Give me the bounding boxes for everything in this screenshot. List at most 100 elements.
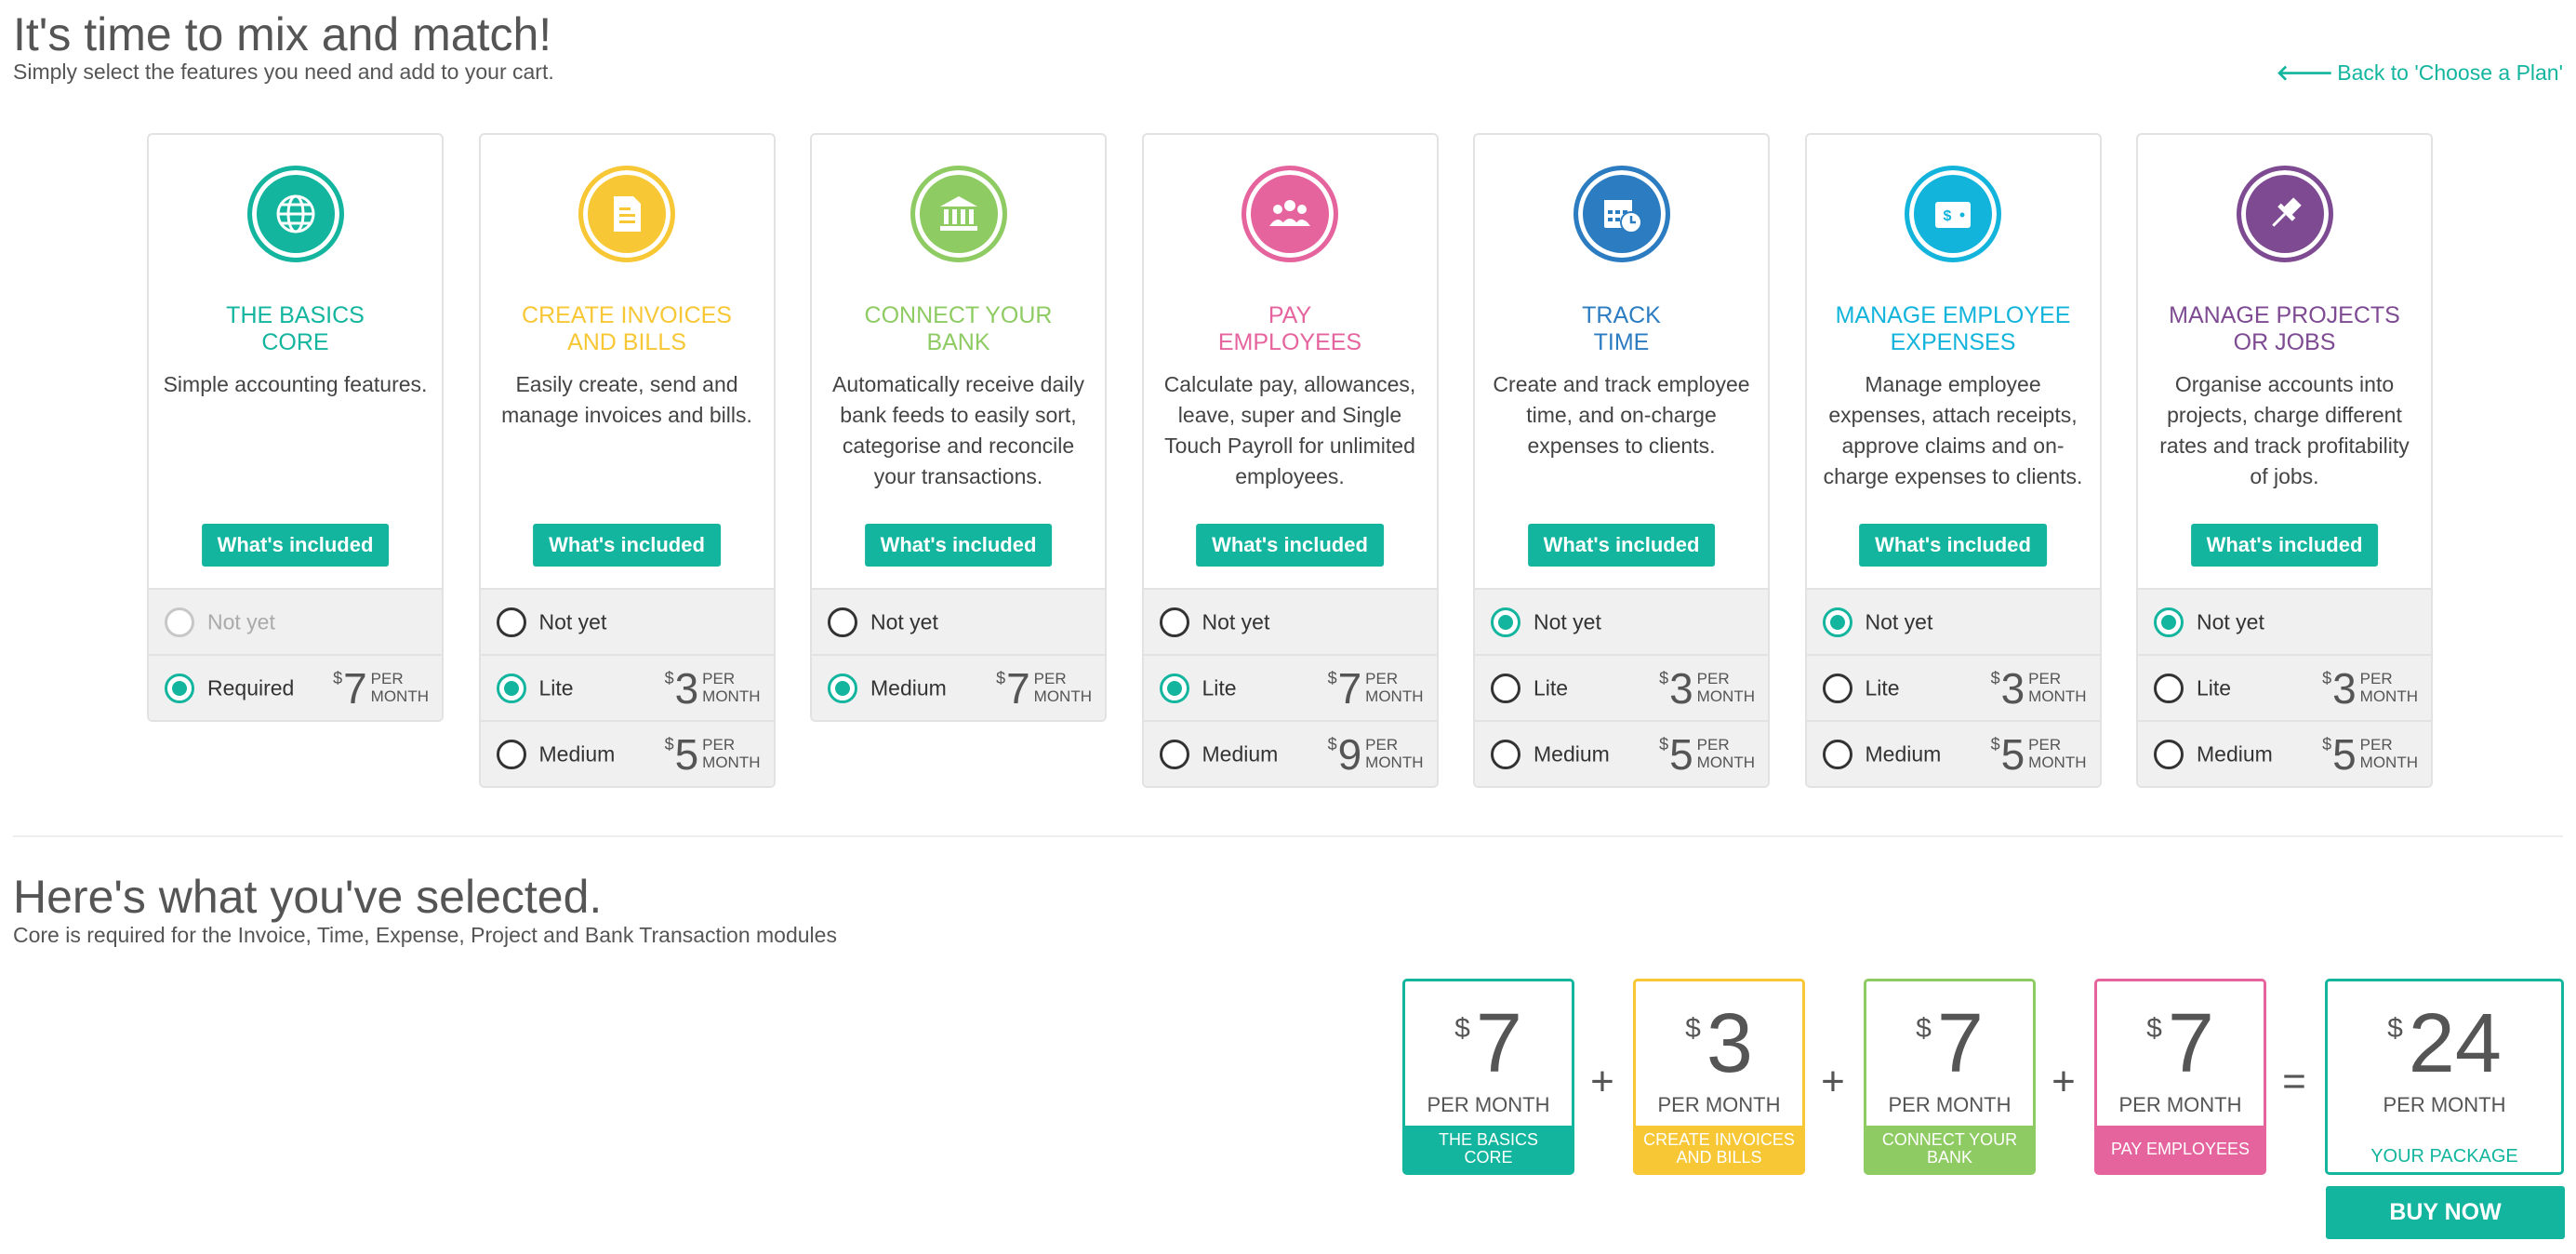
option-price: $9 PER MONTH — [1328, 733, 1424, 776]
radio-button[interactable] — [828, 673, 857, 703]
card-description: Simple accounting features. — [163, 372, 428, 396]
currency-symbol: $ — [1327, 734, 1337, 754]
plan-option[interactable]: Medium $9 PER MONTH — [1143, 720, 1437, 786]
per-month: PER MONTH — [1696, 735, 1755, 771]
summary-price: $7 — [1405, 1002, 1572, 1086]
feature-card: $ MANAGE EMPLOYEE EXPENSES Manage employee … — [1804, 133, 2102, 788]
per-month: PER MONTH — [1033, 669, 1092, 705]
radio-button[interactable] — [165, 673, 194, 703]
plan-option[interactable]: Medium $5 PER MONTH — [1806, 720, 2100, 786]
option-label: Required — [207, 675, 295, 700]
price-amount: 3 — [674, 663, 699, 713]
option-label: Lite — [1865, 675, 1900, 700]
plan-option[interactable]: Lite $3 PER MONTH — [2138, 654, 2431, 720]
plan-option[interactable]: Required $7 PER MONTH — [149, 654, 442, 720]
plan-option[interactable]: Lite $7 PER MONTH — [1143, 654, 1437, 720]
summary-item-label: PAY EMPLOYEES — [2097, 1126, 2264, 1172]
card-title-line1: CONNECT YOUR — [864, 302, 1053, 328]
selection-summary: $7 PER MONTH THE BASICS CORE + $3 PER MONTH CR… — [1402, 979, 2565, 1248]
plan-option[interactable]: Not yet — [812, 588, 1105, 654]
price-amount: 5 — [674, 729, 699, 779]
card-description: Automatically receive daily bank feeds t… — [831, 372, 1084, 488]
option-price: $5 PER MONTH — [2322, 733, 2418, 776]
plan-option[interactable]: Medium $7 PER MONTH — [812, 654, 1105, 720]
radio-button[interactable] — [2154, 607, 2184, 637]
whats-included-button[interactable]: What's included — [1859, 524, 2047, 567]
card-title: TRACK TIME — [1475, 302, 1768, 356]
plan-option[interactable]: Lite $3 PER MONTH — [1475, 654, 1768, 720]
radio-button[interactable] — [496, 739, 526, 769]
feature-cards: THE BASICS CORE Simple accounting features… — [147, 133, 2433, 788]
plan-option[interactable]: Lite $3 PER MONTH — [480, 654, 774, 720]
plan-option[interactable]: Lite $3 PER MONTH — [1806, 654, 2100, 720]
radio-button[interactable] — [1822, 607, 1852, 637]
feature-card: PAY EMPLOYEES Calculate pay, allowances, l… — [1141, 133, 1439, 788]
radio-button[interactable] — [828, 607, 857, 637]
price-amount: 5 — [1669, 729, 1693, 779]
whats-included-button[interactable]: What's included — [864, 524, 1053, 567]
radio-button[interactable] — [1491, 673, 1520, 703]
total-amount: 24 — [2408, 997, 2502, 1090]
option-label: Not yet — [1202, 609, 1270, 634]
feature-card: TRACK TIME Create and track employee time,… — [1473, 133, 1770, 788]
plan-option[interactable]: Medium $5 PER MONTH — [2138, 720, 2431, 786]
radio-button[interactable] — [496, 673, 526, 703]
plan-option[interactable]: Medium $5 PER MONTH — [1475, 720, 1768, 786]
currency-symbol: $ — [2146, 1013, 2162, 1044]
radio-button[interactable] — [2154, 673, 2184, 703]
back-link-label: Back to 'Choose a Plan' — [2337, 60, 2563, 85]
option-label: Medium — [538, 741, 616, 766]
buy-now-button[interactable]: BUY NOW — [2326, 1186, 2565, 1239]
card-title-line2: TIME — [1593, 329, 1650, 355]
radio-button[interactable] — [496, 607, 526, 637]
radio-button[interactable] — [1159, 739, 1189, 769]
card-header: THE BASICS CORE Simple accounting features… — [149, 135, 442, 588]
option-price: $7 PER MONTH — [1328, 667, 1424, 710]
radio-button[interactable] — [1822, 673, 1852, 703]
summary-per-month: PER MONTH — [1888, 1093, 2012, 1116]
radio-button[interactable] — [1159, 673, 1189, 703]
invoice-icon — [578, 166, 675, 262]
plus-sign: + — [1590, 1059, 1614, 1104]
option-price: $5 PER MONTH — [1659, 733, 1755, 776]
card-description: Calculate pay, allowances, leave, super … — [1163, 372, 1416, 488]
plan-option[interactable]: Not yet — [1806, 588, 2100, 654]
wallet-icon: $ — [1905, 166, 2001, 262]
currency-symbol: $ — [1685, 1013, 1701, 1044]
radio-button[interactable] — [1159, 607, 1189, 637]
summary-item: $7 PER MONTH PAY EMPLOYEES — [2094, 979, 2266, 1175]
card-title-line2: EXPENSES — [1890, 329, 2016, 355]
card-title-line2: BANK — [926, 329, 990, 355]
currency-symbol: $ — [1990, 668, 2000, 687]
whats-included-button[interactable]: What's included — [201, 524, 390, 567]
radio-button[interactable] — [1491, 607, 1520, 637]
option-label: Not yet — [1865, 609, 1933, 634]
whats-included-button[interactable]: What's included — [1196, 524, 1384, 567]
selection-title: Here's what you've selected. — [13, 871, 603, 923]
option-price: $5 PER MONTH — [665, 733, 761, 776]
option-price: $3 PER MONTH — [1991, 667, 2087, 710]
page-title: It's time to mix and match! — [13, 8, 552, 60]
card-description: Create and track employee time, and on-c… — [1493, 372, 1750, 458]
summary-item: $3 PER MONTH CREATE INVOICES AND BILLS — [1633, 979, 1805, 1175]
radio-button[interactable] — [2154, 739, 2184, 769]
option-label: Medium — [1865, 741, 1942, 766]
currency-symbol: $ — [664, 668, 674, 687]
plan-option[interactable]: Not yet — [1143, 588, 1437, 654]
back-to-choose-plan-link[interactable]: 🡐 Back to 'Choose a Plan' — [2277, 60, 2563, 86]
plan-option[interactable]: Not yet — [480, 588, 774, 654]
plan-option[interactable]: Medium $5 PER MONTH — [480, 720, 774, 786]
option-label: Not yet — [1534, 609, 1601, 634]
summary-price: $7 — [2097, 1002, 2264, 1086]
price-amount: 9 — [1337, 729, 1362, 779]
summary-price: $7 — [1866, 1002, 2033, 1086]
whats-included-button[interactable]: What's included — [533, 524, 721, 567]
card-description: Organise accounts into projects, charge … — [2159, 372, 2410, 488]
whats-included-button[interactable]: What's included — [1527, 524, 1716, 567]
radio-button[interactable] — [1822, 739, 1852, 769]
plan-option[interactable]: Not yet — [1475, 588, 1768, 654]
radio-button[interactable] — [1491, 739, 1520, 769]
currency-symbol: $ — [333, 668, 343, 687]
whats-included-button[interactable]: What's included — [2190, 524, 2379, 567]
plan-option[interactable]: Not yet — [2138, 588, 2431, 654]
